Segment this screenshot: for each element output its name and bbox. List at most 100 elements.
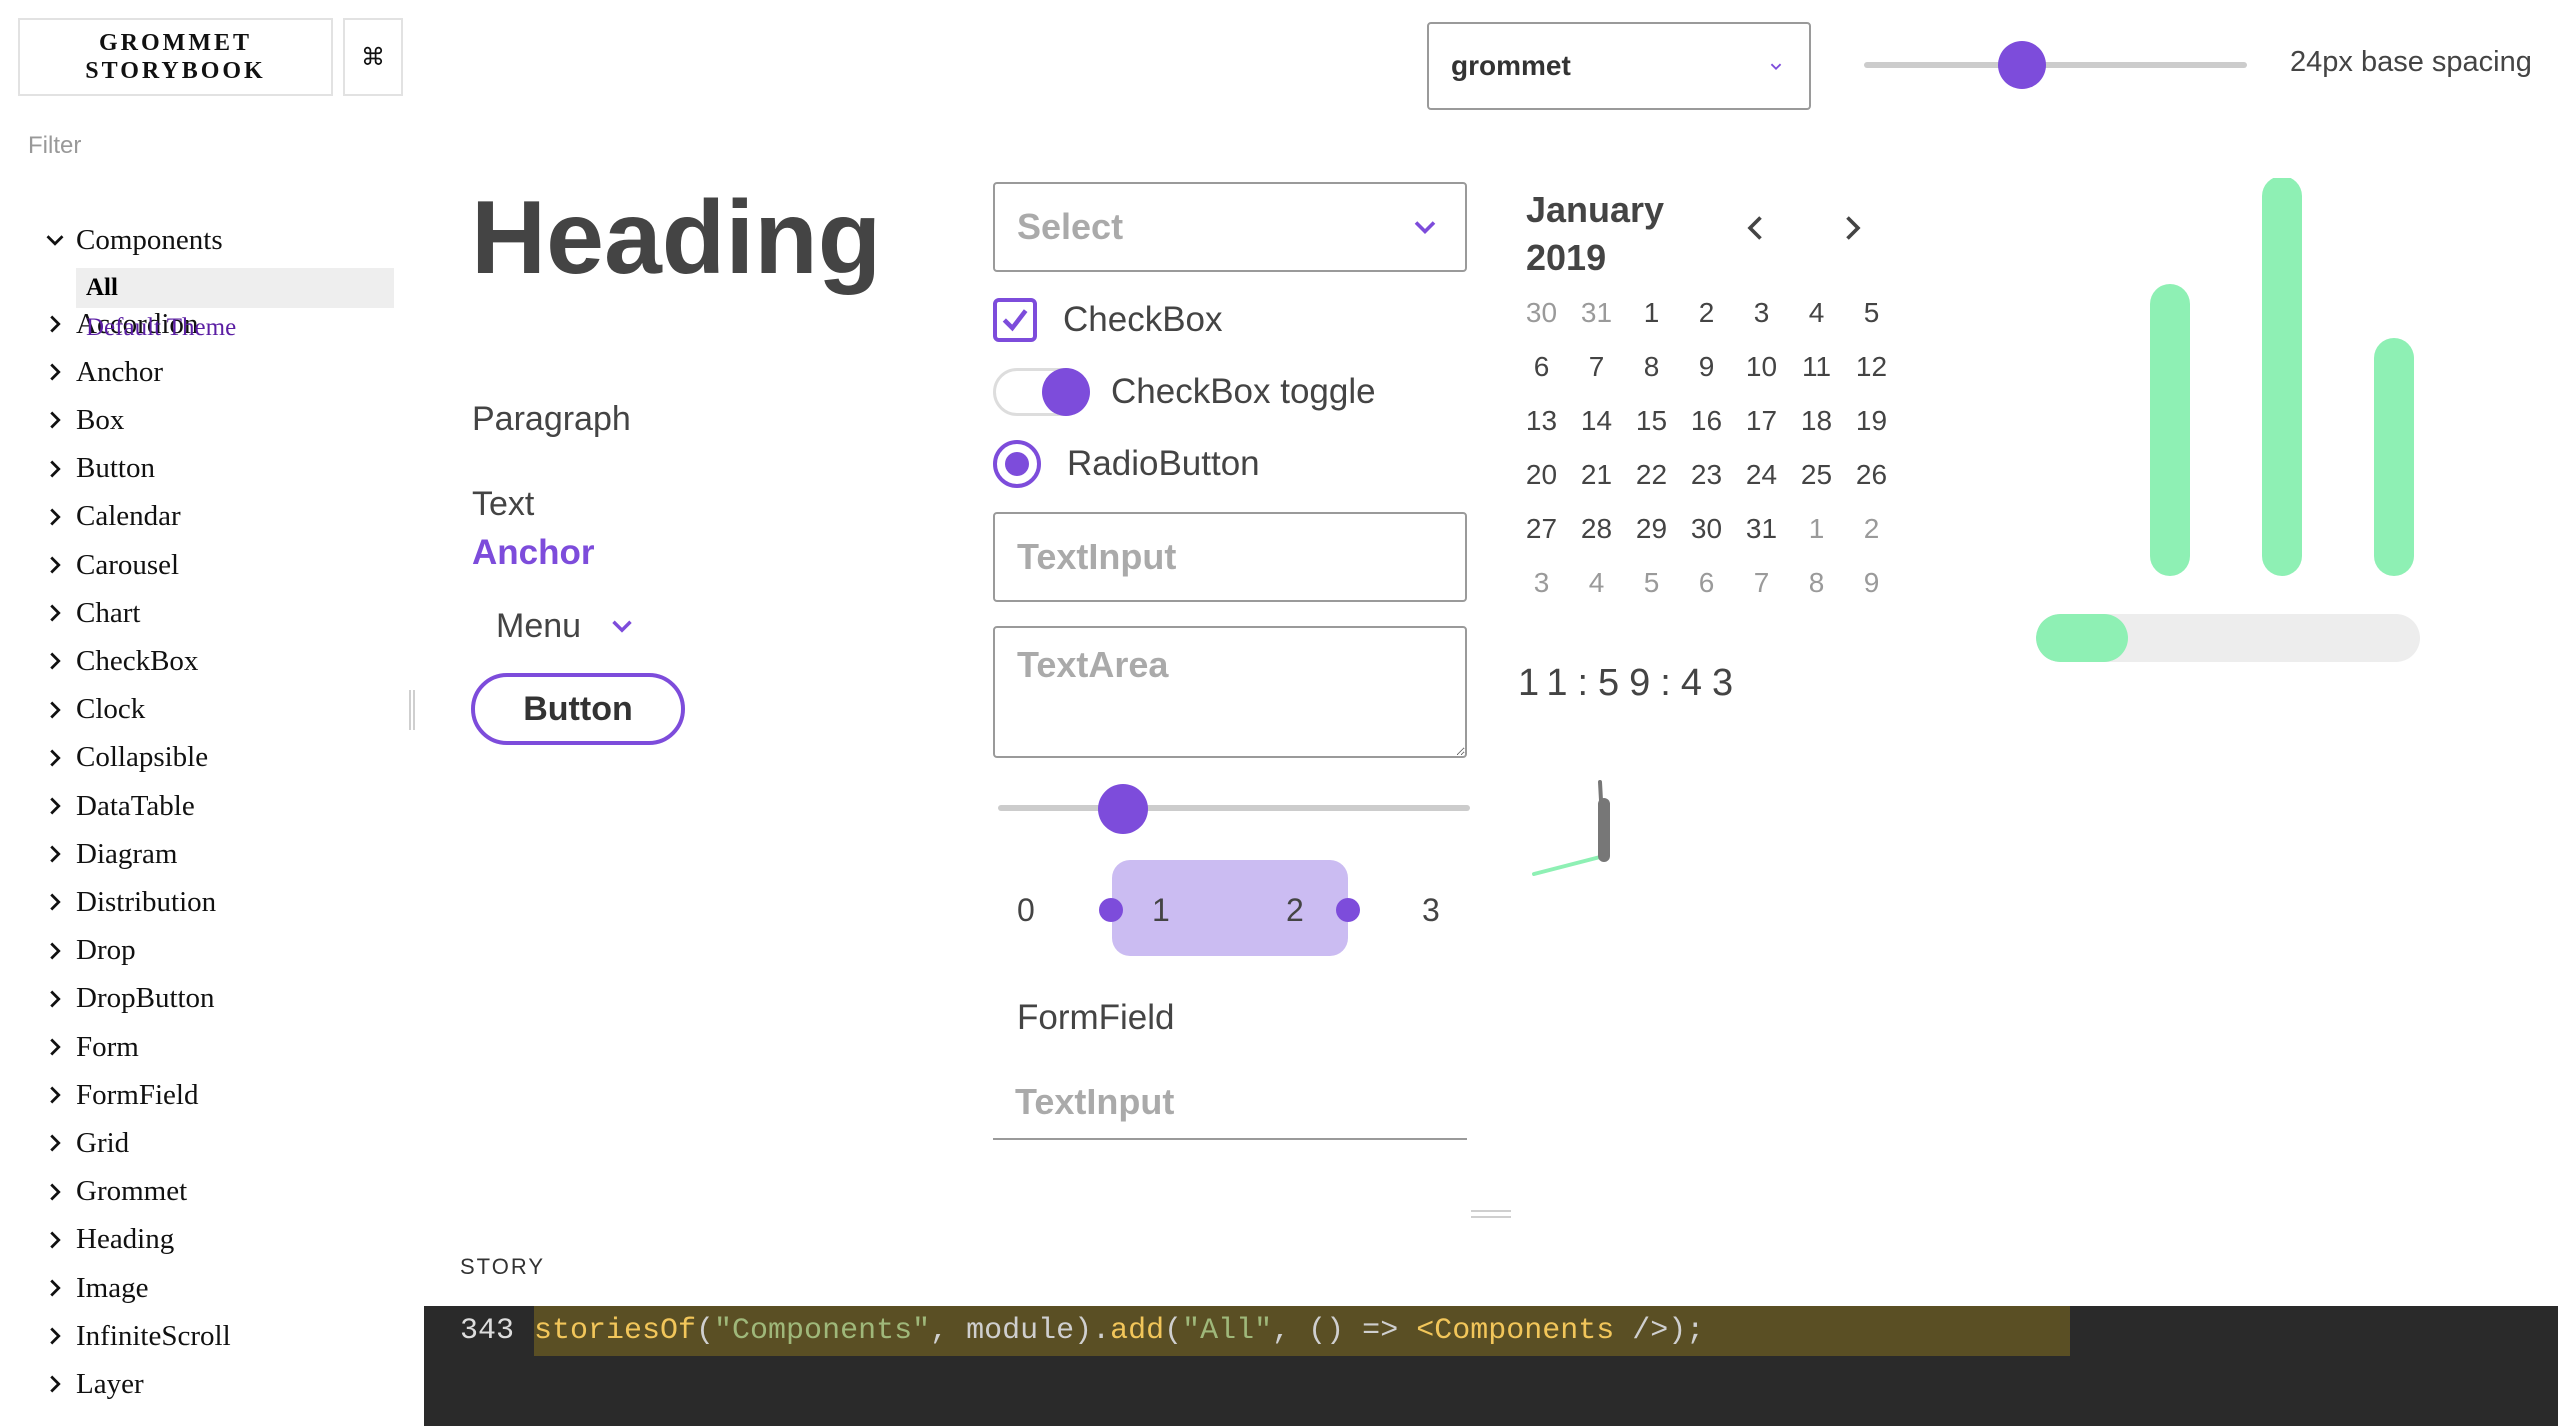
tree-item-carousel[interactable]: Carousel [0,543,179,587]
calendar-day[interactable]: 4 [1569,556,1624,610]
tree-item-drop[interactable]: Drop [0,929,136,973]
calendar-day[interactable]: 24 [1734,448,1789,502]
tree-item-anchor[interactable]: Anchor [0,350,163,394]
calendar-day[interactable]: 18 [1789,394,1844,448]
calendar-day[interactable]: 3 [1734,286,1789,340]
checkbox-toggle[interactable]: CheckBox toggle [993,364,1376,420]
calendar-day[interactable]: 13 [1514,394,1569,448]
calendar-day[interactable]: 31 [1569,286,1624,340]
select-input[interactable]: Select [993,182,1467,272]
checkbox-box[interactable] [993,298,1037,342]
checkbox[interactable]: CheckBox [993,294,1223,346]
chevron-right-icon[interactable] [1834,210,1870,246]
tree-item-calendar[interactable]: Calendar [0,495,181,539]
tree-item-image[interactable]: Image [0,1266,148,1310]
filter-input[interactable] [18,126,398,166]
sidebar-resize-handle[interactable] [409,690,415,730]
calendar-day[interactable]: 3 [1514,556,1569,610]
tree-item-datatable[interactable]: DataTable [0,784,195,828]
calendar-day[interactable]: 11 [1789,340,1844,394]
calendar-day[interactable]: 22 [1624,448,1679,502]
paragraph-sample: Paragraph [472,400,631,438]
tree-item-formfield[interactable]: FormField [0,1073,198,1117]
calendar-day[interactable]: 10 [1734,340,1789,394]
calendar-day[interactable]: 7 [1734,556,1789,610]
menu-button[interactable]: Menu [472,600,639,652]
story-link-default-theme[interactable]: Default Theme [86,310,236,346]
range-input-thumb[interactable] [1098,784,1148,834]
calendar-day[interactable]: 4 [1789,286,1844,340]
chevron-right-icon [40,550,70,580]
code-token: add [1110,1314,1165,1348]
calendar-day[interactable]: 29 [1624,502,1679,556]
tree-item-diagram[interactable]: Diagram [0,832,177,876]
calendar-day[interactable]: 9 [1679,340,1734,394]
tree-item-heading[interactable]: Heading [0,1218,174,1262]
calendar-day[interactable]: 31 [1734,502,1789,556]
tree-item-distribution[interactable]: Distribution [0,880,216,924]
theme-select[interactable]: grommet [1427,22,1811,110]
radio-ring[interactable] [993,440,1041,488]
checkmark-icon [1002,309,1028,332]
calendar-day[interactable]: 27 [1514,502,1569,556]
range-input-track[interactable] [998,805,1470,811]
calendar-day[interactable]: 1 [1624,286,1679,340]
calendar-day[interactable]: 19 [1844,394,1899,448]
calendar-day[interactable]: 26 [1844,448,1899,502]
tree-item-chart[interactable]: Chart [0,591,140,635]
formfield-text-input[interactable] [993,1066,1467,1140]
text-area[interactable] [993,626,1467,758]
calendar-day[interactable]: 14 [1569,394,1624,448]
calendar-day[interactable]: 5 [1844,286,1899,340]
calendar-day[interactable]: 30 [1679,502,1734,556]
calendar-day[interactable]: 8 [1624,340,1679,394]
tree-item-button[interactable]: Button [0,447,155,491]
calendar-day[interactable]: 2 [1844,502,1899,556]
calendar-day[interactable]: 30 [1514,286,1569,340]
toggle-track[interactable] [993,368,1090,416]
calendar-day[interactable]: 12 [1844,340,1899,394]
calendar-day[interactable]: 23 [1679,448,1734,502]
tree-item-box[interactable]: Box [0,398,124,442]
calendar-day[interactable]: 5 [1624,556,1679,610]
calendar-day[interactable]: 28 [1569,502,1624,556]
tree-item-clock[interactable]: Clock [0,688,145,732]
text-input[interactable] [993,512,1467,602]
storybook-brand-link[interactable]: GROMMET STORYBOOK [18,18,333,96]
tree-item-components[interactable]: Components [0,218,223,262]
calendar-day[interactable]: 1 [1789,502,1844,556]
calendar-day[interactable]: 6 [1514,340,1569,394]
keyboard-shortcuts-button[interactable]: ⌘ [343,18,403,96]
chevron-right-icon [40,598,70,628]
tree-item-checkbox[interactable]: CheckBox [0,639,198,683]
tree-item-grommet[interactable]: Grommet [0,1170,187,1214]
calendar-day[interactable]: 15 [1624,394,1679,448]
anchor-sample[interactable]: Anchor [472,533,595,573]
calendar-day[interactable]: 9 [1844,556,1899,610]
spacing-slider-track[interactable] [1864,62,2247,68]
panel-resize-handle[interactable] [1471,1210,1511,1218]
calendar-day[interactable]: 6 [1679,556,1734,610]
sample-button[interactable]: Button [471,673,685,745]
tree-item-infinitescroll[interactable]: InfiniteScroll [0,1314,231,1358]
calendar-day[interactable]: 21 [1569,448,1624,502]
range-selector-upper-handle[interactable] [1336,898,1360,922]
tree-item-collapsible[interactable]: Collapsible [0,736,208,780]
tree-item-form[interactable]: Form [0,1025,139,1069]
spacing-slider-thumb[interactable] [1998,41,2046,89]
calendar-day[interactable]: 8 [1789,556,1844,610]
tree-item-layer[interactable]: Layer [0,1362,144,1406]
range-selector-band[interactable] [1112,860,1348,956]
calendar-day[interactable]: 17 [1734,394,1789,448]
story-link-all[interactable]: All [76,268,394,308]
calendar-day[interactable]: 16 [1679,394,1734,448]
calendar-day[interactable]: 20 [1514,448,1569,502]
calendar-day[interactable]: 25 [1789,448,1844,502]
radio-button[interactable]: RadioButton [993,438,1260,490]
tree-item-grid[interactable]: Grid [0,1121,129,1165]
calendar-day[interactable]: 2 [1679,286,1734,340]
calendar-day[interactable]: 7 [1569,340,1624,394]
tree-item-dropbutton[interactable]: DropButton [0,977,215,1021]
chevron-left-icon[interactable] [1738,210,1774,246]
range-selector-lower-handle[interactable] [1099,898,1123,922]
